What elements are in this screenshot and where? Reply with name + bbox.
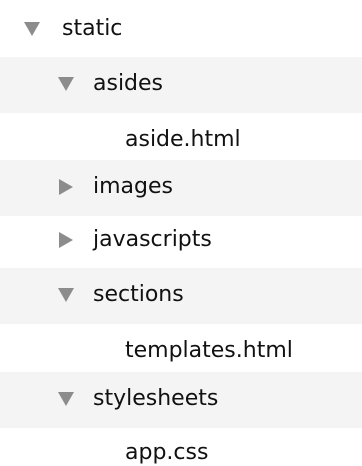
- folder-label: asides: [93, 71, 164, 96]
- tree-row-asides[interactable]: asides: [0, 57, 362, 113]
- disclosure-collapsed-icon[interactable]: [58, 178, 74, 196]
- folder-label: stylesheets: [93, 386, 219, 411]
- folder-label: sections: [93, 282, 184, 307]
- tree-row-images[interactable]: images: [0, 160, 362, 216]
- disclosure-expanded-icon[interactable]: [58, 75, 74, 93]
- folder-label: javascripts: [93, 227, 212, 252]
- tree-row-static[interactable]: static: [0, 2, 362, 58]
- tree-row-javascripts[interactable]: javascripts: [0, 213, 362, 269]
- folder-label: static: [62, 16, 123, 41]
- disclosure-expanded-icon[interactable]: [58, 286, 74, 304]
- disclosure-expanded-icon[interactable]: [24, 20, 40, 38]
- file-tree: static asides aside.html images javascri…: [0, 0, 362, 466]
- tree-row-stylesheets[interactable]: stylesheets: [0, 372, 362, 428]
- disclosure-collapsed-icon[interactable]: [58, 231, 74, 249]
- folder-label: images: [93, 174, 173, 199]
- file-label: templates.html: [125, 338, 293, 363]
- file-label: aside.html: [125, 127, 241, 152]
- tree-row-sections[interactable]: sections: [0, 268, 362, 324]
- disclosure-expanded-icon[interactable]: [58, 390, 74, 408]
- tree-row-app-css[interactable]: app.css: [0, 426, 362, 466]
- file-label: app.css: [125, 440, 209, 465]
